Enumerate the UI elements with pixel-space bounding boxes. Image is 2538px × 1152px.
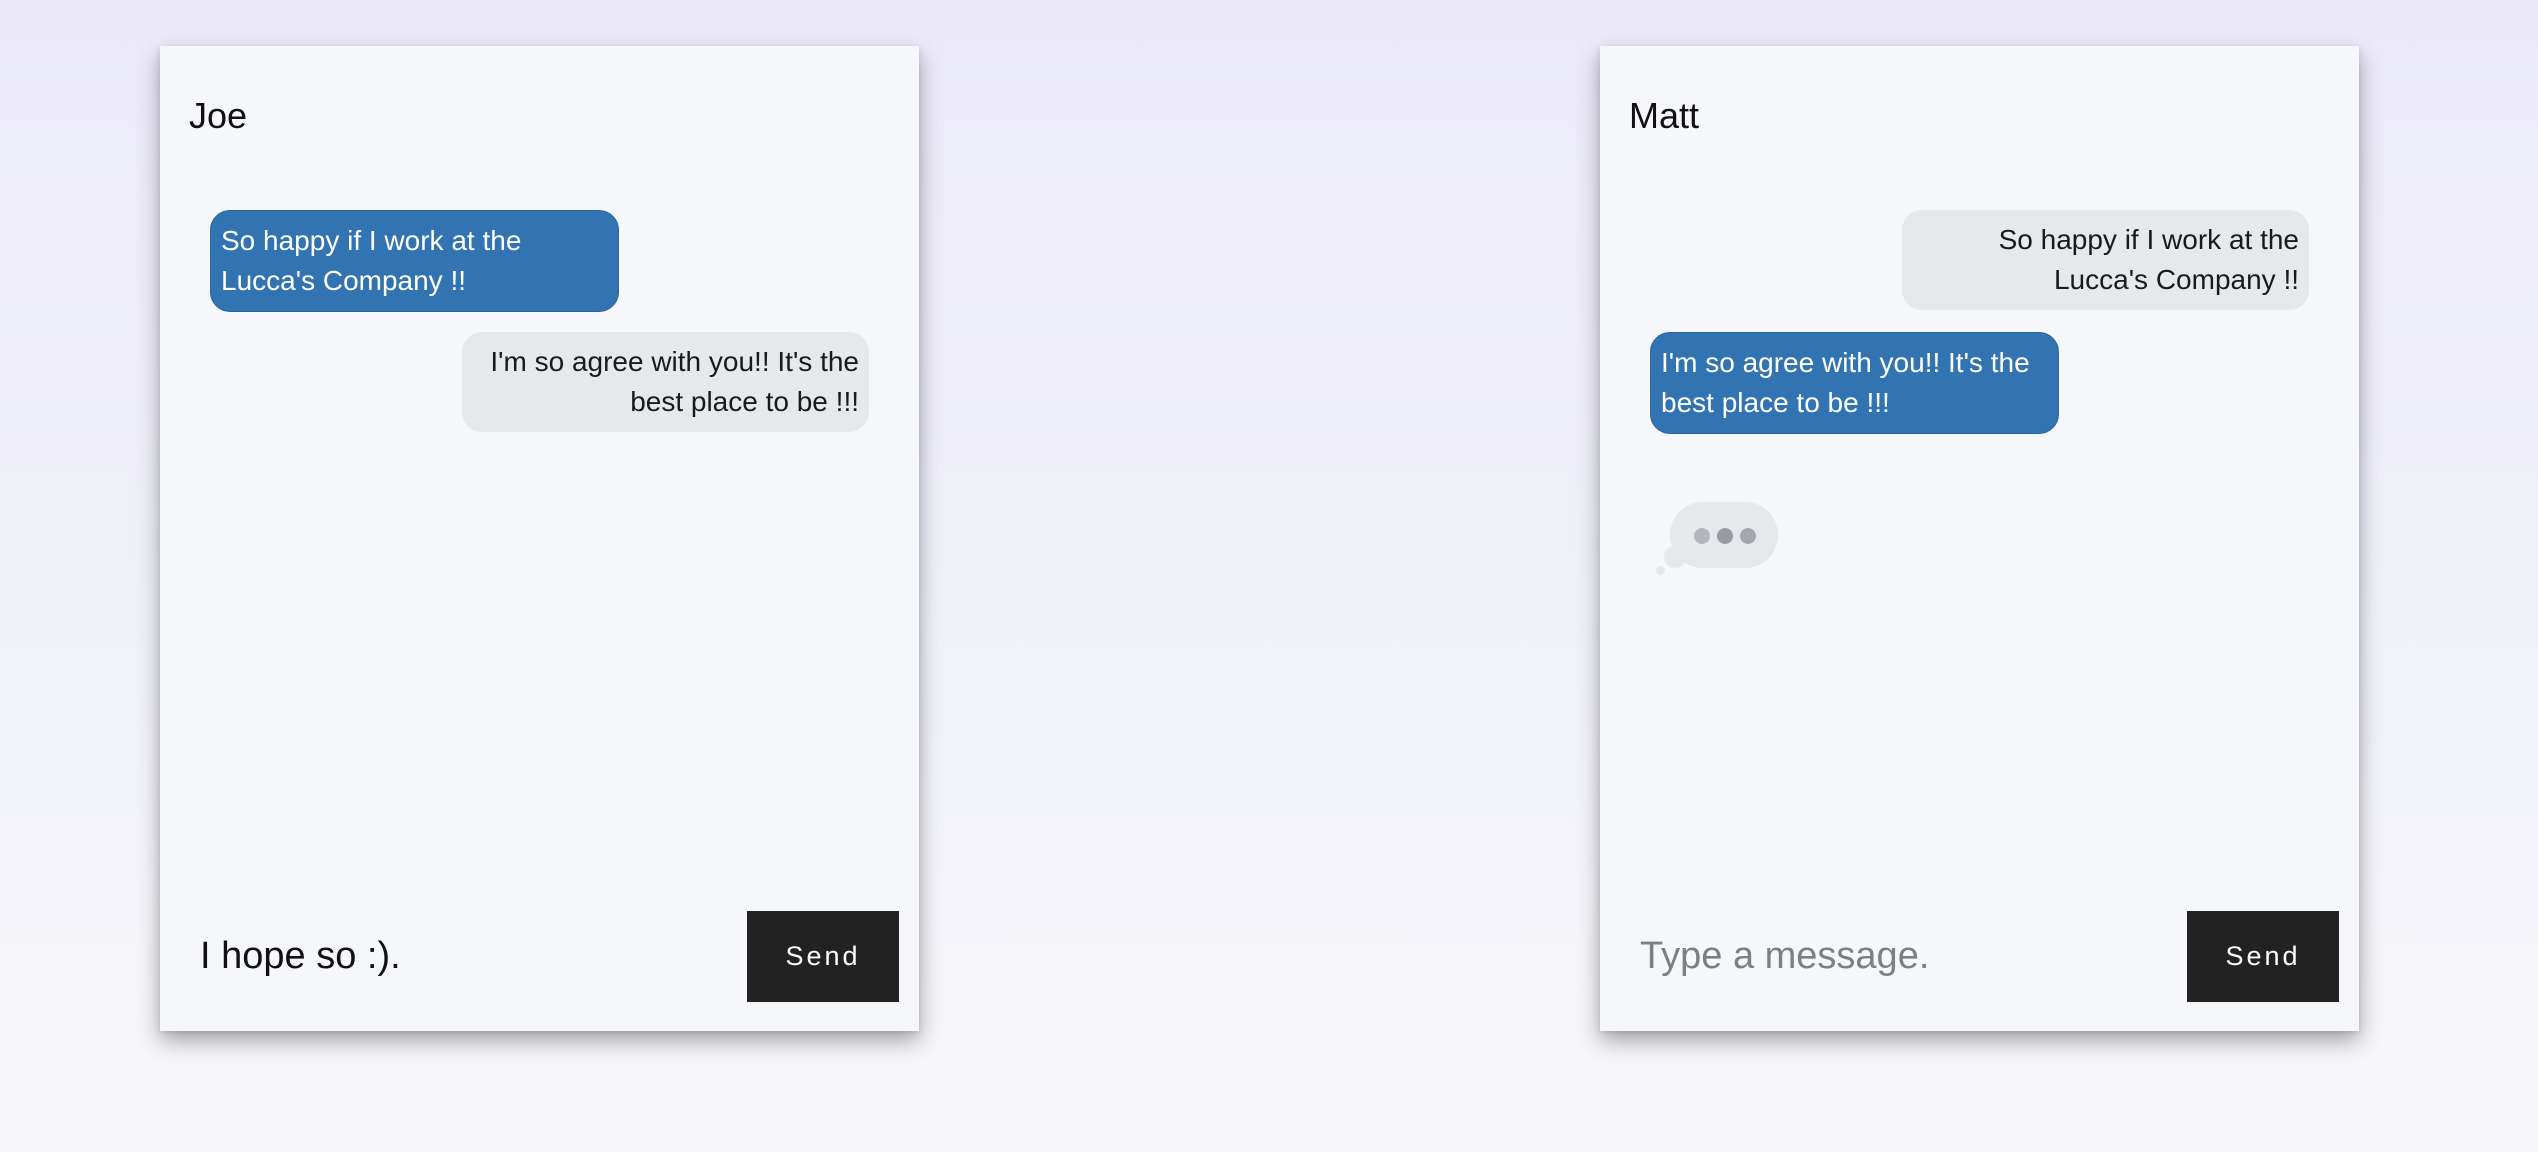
chat-title: Matt [1629, 95, 1700, 136]
typing-dot [1694, 528, 1710, 544]
message-bubble-sent: I'm so agree with you!! It's the best pl… [1650, 332, 2059, 434]
send-button[interactable]: Send [747, 911, 899, 1002]
message-bubble-received: I'm so agree with you!! It's the best pl… [462, 332, 869, 432]
send-button[interactable]: Send [2187, 911, 2339, 1002]
message-bubble-received: So happy if I work at the Lucca's Compan… [1902, 210, 2309, 310]
typing-dot [1717, 528, 1733, 544]
message-composer: Send [1600, 911, 2359, 1002]
chat-window-joe: Joe So happy if I work at the Lucca's Co… [160, 46, 919, 1031]
typing-indicator-icon [1650, 502, 1778, 575]
message-composer: Send [160, 911, 919, 1002]
typing-dot [1740, 528, 1756, 544]
message-input[interactable] [180, 911, 680, 1002]
chat-window-matt: Matt So happy if I work at the Lucca's C… [1600, 46, 2359, 1031]
message-input[interactable] [1620, 911, 2120, 1002]
message-bubble-sent: So happy if I work at the Lucca's Compan… [210, 210, 619, 312]
chat-title: Joe [189, 95, 248, 136]
